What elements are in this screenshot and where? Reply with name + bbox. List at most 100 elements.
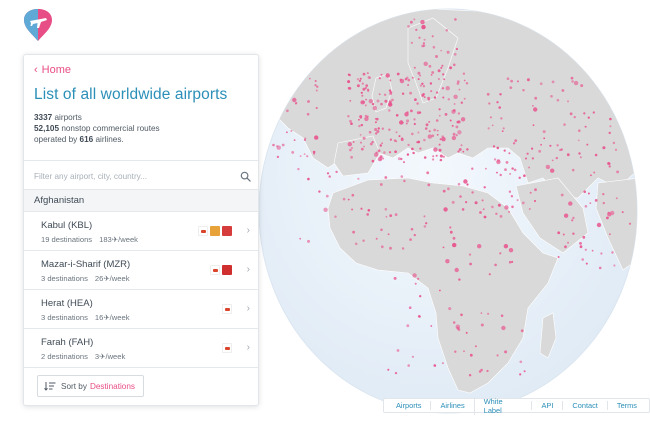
airport-dot — [389, 79, 392, 82]
airport-dot — [351, 208, 354, 211]
airport-row-kabul[interactable]: Kabul (KBL) 19 destinations 183✈/week › — [24, 212, 258, 251]
airport-dot — [368, 76, 371, 79]
airport-dot — [437, 77, 440, 81]
airport-dot — [342, 197, 346, 201]
app-logo[interactable] — [22, 8, 54, 42]
airport-dot — [281, 143, 285, 147]
airport-dot — [573, 116, 576, 119]
airport-dot — [501, 130, 504, 132]
airport-dot — [511, 260, 514, 263]
airport-dot — [365, 84, 368, 87]
chevron-right-icon: › — [246, 303, 250, 314]
airport-dot — [362, 136, 366, 140]
airport-dot — [419, 147, 422, 150]
airport-dot — [309, 77, 311, 80]
airport-dot — [608, 165, 611, 168]
airport-dot — [494, 263, 497, 267]
airport-dot — [474, 201, 478, 205]
airport-dot — [497, 203, 501, 207]
airport-dot — [389, 138, 392, 141]
airport-dot — [367, 209, 371, 212]
airport-dot — [426, 171, 430, 175]
airport-dot — [407, 364, 410, 367]
footer-link-white-label[interactable]: White Label — [473, 396, 532, 415]
airline-logos — [222, 343, 232, 353]
airport-dot — [442, 246, 445, 249]
airport-dot — [356, 84, 360, 88]
airport-dot — [468, 374, 472, 377]
airport-dot — [468, 253, 472, 256]
home-link[interactable]: ‹ Home — [34, 64, 71, 76]
land-greenland — [297, 9, 349, 29]
airport-dot — [482, 208, 485, 211]
airport-dot — [561, 89, 565, 92]
footer-link-terms[interactable]: Terms — [606, 401, 646, 410]
airport-dot — [376, 130, 380, 133]
airport-dot — [383, 151, 386, 154]
airport-dot — [505, 161, 509, 164]
airport-dot — [368, 99, 373, 104]
airport-dot — [297, 167, 300, 171]
airport-dot — [374, 121, 377, 124]
airport-dot — [435, 119, 439, 122]
airport-row-herat[interactable]: Herat (HEA) 3 destinations 16✈/week › — [24, 290, 258, 329]
footer-link-airports[interactable]: Airports — [387, 401, 430, 410]
airport-dot — [540, 143, 542, 146]
footer-link-api[interactable]: API — [531, 401, 562, 410]
chevron-right-icon: › — [246, 225, 250, 236]
airport-dot — [471, 167, 474, 170]
airport-dot — [427, 98, 430, 101]
airport-dot — [437, 69, 441, 73]
airport-dot — [307, 177, 310, 181]
airport-dot — [436, 129, 439, 132]
airport-dot — [371, 102, 375, 106]
airport-dot — [465, 82, 469, 85]
destinations-count: 3 destinations — [41, 274, 88, 283]
airport-dot — [401, 247, 405, 250]
airport-dot — [602, 201, 605, 205]
airport-dot — [549, 144, 552, 147]
airport-dot — [272, 143, 275, 147]
sort-button[interactable]: Sort by Destinations — [37, 375, 145, 397]
footer-link-airlines[interactable]: Airlines — [430, 401, 473, 410]
airport-dot — [349, 100, 352, 102]
airport-dot — [425, 123, 429, 127]
airport-dot — [315, 89, 318, 92]
airport-dot — [570, 76, 574, 80]
airport-dot — [471, 191, 474, 194]
airport-dot — [410, 41, 413, 44]
airport-dot — [387, 368, 390, 371]
airport-dot — [412, 151, 415, 155]
airport-row-mazar-i-sharif[interactable]: Mazar-i-Sharif (MZR) 3 destinations 26✈/w… — [24, 251, 258, 290]
world-globe-map[interactable] — [258, 8, 640, 416]
airport-dot — [380, 102, 383, 106]
airport-dot — [513, 168, 517, 172]
airport-dot — [417, 277, 420, 280]
search-icon[interactable] — [240, 171, 251, 182]
airport-dot — [423, 38, 426, 41]
airport-dot — [589, 202, 592, 205]
airport-dot — [451, 109, 456, 114]
airport-dot — [395, 114, 399, 117]
airport-dot — [414, 98, 417, 101]
airport-dot — [394, 371, 398, 375]
airport-dot — [609, 233, 611, 236]
airport-dot — [366, 72, 369, 75]
airport-dot — [428, 64, 432, 68]
airport-row-farah[interactable]: Farah (FAH) 2 destinations 3✈/week › — [24, 329, 258, 368]
airport-dot — [514, 139, 518, 143]
airport-dot — [371, 159, 375, 163]
airport-dot — [387, 233, 390, 236]
airport-dot — [440, 49, 443, 52]
footer-link-contact[interactable]: Contact — [562, 401, 606, 410]
airport-dot — [394, 213, 398, 217]
chevron-right-icon: › — [246, 342, 250, 353]
airport-dot — [350, 155, 353, 159]
airport-dot — [314, 84, 317, 87]
airport-dot — [423, 96, 426, 98]
airport-dot — [609, 125, 612, 128]
airport-dot — [532, 124, 535, 127]
routes-label: nonstop commercial routes — [59, 124, 160, 133]
search-input[interactable] — [34, 169, 224, 183]
airport-dot — [408, 306, 412, 310]
